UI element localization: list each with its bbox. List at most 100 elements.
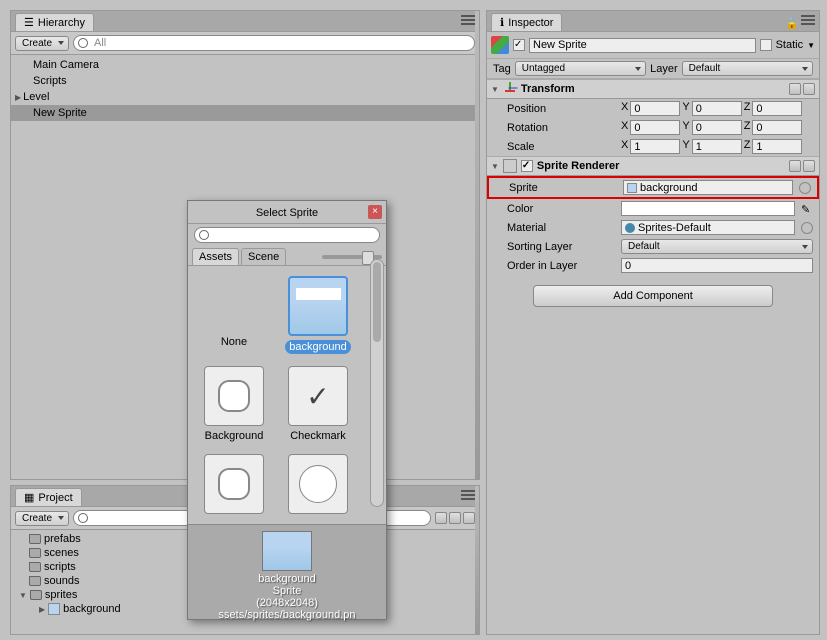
inspector-tabbar: ℹ Inspector 🔒 [487, 11, 819, 32]
grid-item-checkmark[interactable]: ✓ Checkmark [282, 366, 354, 442]
item-label: None [221, 336, 247, 348]
material-field[interactable]: Sprites-Default [621, 220, 795, 235]
project-filter-buttons[interactable] [435, 512, 475, 524]
create-dropdown[interactable]: Create [15, 511, 69, 526]
footer-name: background [192, 573, 382, 585]
color-label: Color [507, 203, 617, 215]
rot-y[interactable] [692, 120, 742, 135]
order-field[interactable] [621, 258, 813, 273]
thumb [288, 454, 348, 514]
asset-label: background [63, 603, 121, 615]
pos-y[interactable] [692, 101, 742, 116]
foldout-icon: ▶ [39, 605, 45, 614]
hierarchy-item[interactable]: Level [11, 89, 479, 105]
inspector-title: Inspector [508, 17, 553, 29]
sprite-field[interactable]: background [623, 180, 793, 195]
tag-label: Tag [493, 63, 511, 75]
order-row: Order in Layer [487, 256, 819, 275]
object-picker-icon[interactable] [799, 182, 811, 194]
lock-icon[interactable]: 🔒 [785, 17, 797, 29]
sprite-value: background [640, 182, 698, 194]
scene-tab[interactable]: Scene [241, 248, 286, 265]
grid-item-background[interactable]: background [282, 276, 354, 354]
color-row: Color ✎ [487, 199, 819, 218]
transform-title: Transform [521, 83, 575, 95]
scl-x[interactable] [630, 139, 680, 154]
scale-row: Scale XYZ [487, 137, 819, 156]
folder-label: sounds [44, 575, 79, 587]
popup-scrollbar[interactable] [370, 259, 384, 507]
component-enable-checkbox[interactable] [521, 160, 533, 172]
assets-tab[interactable]: Assets [192, 248, 239, 265]
zoom-slider[interactable] [322, 255, 382, 259]
component-options[interactable] [789, 160, 815, 172]
cube-icon[interactable] [491, 36, 509, 54]
project-tab[interactable]: ▦Project [15, 488, 82, 506]
scale-label: Scale [507, 141, 617, 153]
inspector-tab[interactable]: ℹ Inspector [491, 13, 562, 31]
hierarchy-item-selected[interactable]: New Sprite [11, 105, 479, 121]
material-icon [625, 223, 635, 233]
eyedropper-icon[interactable]: ✎ [801, 203, 813, 215]
scl-z[interactable] [752, 139, 802, 154]
rot-x[interactable] [630, 120, 680, 135]
resize-handle[interactable] [475, 11, 479, 479]
sprite-renderer-title: Sprite Renderer [537, 160, 620, 172]
panel-options-icon[interactable] [801, 15, 815, 27]
hierarchy-search[interactable]: All [73, 35, 475, 51]
hierarchy-item[interactable]: Main Camera [11, 57, 479, 73]
rotation-label: Rotation [507, 122, 617, 134]
static-checkbox[interactable] [760, 39, 772, 51]
material-value: Sprites-Default [638, 222, 711, 234]
rot-z[interactable] [752, 120, 802, 135]
sprite-grid: None background Background ✓ Checkmark [188, 266, 386, 516]
material-row: Material Sprites-Default [487, 218, 819, 237]
sprite-thumb-icon [627, 183, 637, 193]
sprite-renderer-header[interactable]: Sprite Renderer [487, 156, 819, 176]
item-label: background [285, 340, 351, 354]
active-checkbox[interactable] [513, 39, 525, 51]
hierarchy-tabbar: ☰Hierarchy [11, 11, 479, 32]
add-component-button[interactable]: Add Component [533, 285, 773, 307]
grid-item-background-ui[interactable]: Background [198, 366, 270, 442]
panel-options-icon[interactable] [461, 15, 475, 27]
hierarchy-list: Main Camera Scripts Level New Sprite [11, 55, 479, 123]
folder-label: prefabs [44, 533, 81, 545]
component-options[interactable] [789, 83, 815, 95]
pos-x[interactable] [630, 101, 680, 116]
folder-icon [29, 548, 41, 558]
scl-y[interactable] [692, 139, 742, 154]
grid-item-none[interactable]: None [198, 276, 270, 354]
sprite-thumb-icon [48, 603, 60, 615]
info-icon: ℹ [500, 16, 504, 29]
grid-item[interactable] [198, 454, 270, 516]
layer-dropdown[interactable]: Default [682, 61, 813, 76]
object-name-field[interactable] [529, 38, 756, 53]
create-dropdown[interactable]: Create [15, 36, 69, 51]
color-field[interactable] [621, 201, 795, 216]
popup-search-row [188, 224, 386, 246]
grid-item[interactable] [282, 454, 354, 516]
close-icon[interactable]: × [368, 205, 382, 219]
footer-path: ssets/sprites/background.pn [192, 609, 382, 621]
sorting-layer-dropdown[interactable]: Default [621, 239, 813, 254]
popup-titlebar[interactable]: Select Sprite × [188, 201, 386, 224]
rotation-row: Rotation XYZ [487, 118, 819, 137]
hierarchy-tab[interactable]: ☰Hierarchy [15, 13, 94, 31]
transform-header[interactable]: Transform [487, 79, 819, 99]
popup-title: Select Sprite [256, 207, 318, 219]
tag-dropdown[interactable]: Untagged [515, 61, 646, 76]
sprite-property-row: Sprite background [487, 176, 819, 199]
select-sprite-popup: Select Sprite × Assets Scene None backgr… [187, 200, 387, 620]
hierarchy-item[interactable]: Scripts [11, 73, 479, 89]
popup-footer: background Sprite (2048x2048) ssets/spri… [188, 524, 386, 619]
foldout-icon [491, 83, 499, 95]
resize-handle[interactable] [475, 486, 479, 634]
folder-icon [29, 534, 41, 544]
popup-search[interactable] [194, 227, 380, 243]
static-dropdown-icon[interactable]: ▼ [807, 41, 815, 50]
pos-z[interactable] [752, 101, 802, 116]
gameobject-header: Static ▼ [487, 32, 819, 59]
panel-options-icon[interactable] [461, 490, 475, 502]
object-picker-icon[interactable] [801, 222, 813, 234]
